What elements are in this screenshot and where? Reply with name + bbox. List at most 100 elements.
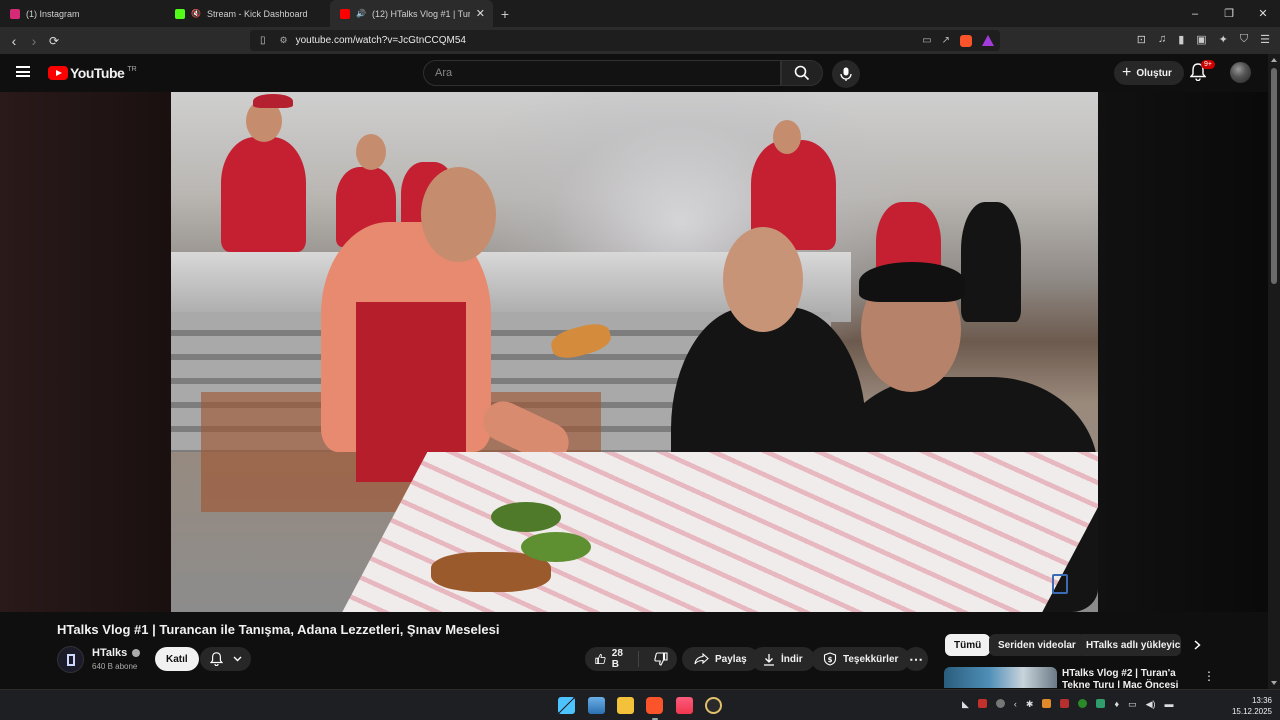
share-arrow-icon	[694, 653, 709, 665]
menu-icon[interactable]: ☰	[1260, 33, 1270, 46]
apple-music-icon[interactable]	[676, 697, 693, 714]
thanks-button[interactable]: $ Teşekkürler	[811, 647, 911, 671]
chip-all[interactable]: Tümü	[945, 634, 991, 656]
minimize-button[interactable]: –	[1178, 0, 1212, 27]
share-button[interactable]: Paylaş	[682, 647, 759, 671]
sidebar-toggle-icon[interactable]: ⊡	[1137, 33, 1146, 46]
notifications-button[interactable]: 9+	[1189, 60, 1215, 83]
hair	[859, 262, 965, 302]
recommended-video-title[interactable]: HTalks Vlog #2 | Turan'a Tekne Turu | Ma…	[1062, 668, 1194, 688]
dislike-button[interactable]	[645, 652, 677, 666]
svg-text:$: $	[828, 656, 833, 664]
account-avatar[interactable]	[1230, 62, 1251, 83]
youtube-logo[interactable]: YouTube TR	[48, 65, 137, 81]
more-actions-button[interactable]: ⋯	[904, 647, 928, 671]
recommendation-menu-icon[interactable]: ⋮	[1203, 669, 1215, 683]
address-bar[interactable]: ▯ ⚙ youtube.com/watch?v=JcGtnCCQM54 ▭ ↗	[250, 30, 1000, 51]
tab-label: Stream - Kick Dashboard	[206, 8, 308, 19]
tray-app-icon[interactable]	[1096, 699, 1106, 708]
close-tab-icon[interactable]: ✕	[476, 7, 485, 20]
tray-arrow-icon[interactable]: ‹	[1014, 699, 1017, 710]
create-label: Oluştur	[1136, 67, 1172, 79]
scroll-down-arrow-icon[interactable]	[1271, 681, 1277, 685]
tray-app-icon[interactable]	[1078, 699, 1088, 708]
dining-table	[321, 452, 1098, 612]
reader-icon[interactable]: ▮	[1178, 33, 1184, 46]
tray-app-icon[interactable]	[977, 699, 987, 708]
url-text[interactable]: youtube.com/watch?v=JcGtnCCQM54	[296, 35, 466, 46]
widgets-icon[interactable]	[588, 697, 605, 714]
network-icon[interactable]: ▭	[1128, 699, 1137, 710]
tab-kick-dashboard[interactable]: 🔇 Stream - Kick Dashboard	[165, 0, 330, 27]
download-button[interactable]: İndir	[751, 647, 815, 671]
site-info-icon[interactable]: ⚙	[280, 35, 288, 46]
close-window-button[interactable]: ✕	[1246, 0, 1280, 27]
clock-time: 13:36	[1251, 696, 1272, 705]
like-count: 28 B	[611, 648, 623, 670]
windows-taskbar: ◣ ‹ ✱ ♦ ▭ ◀) ▬ 13:36 15.12.2025	[0, 689, 1280, 720]
leo-ai-icon[interactable]: ✦	[1219, 33, 1228, 46]
share-label: Paylaş	[715, 653, 747, 665]
video-frame[interactable]	[171, 92, 1098, 612]
subscription-notifications-button[interactable]	[200, 647, 251, 671]
scrollbar-thumb[interactable]	[1271, 68, 1277, 284]
search-icon	[794, 65, 810, 81]
page-scrollbar[interactable]	[1268, 54, 1280, 689]
start-menu-icon[interactable]	[558, 697, 575, 714]
voice-search-button[interactable]	[832, 60, 860, 88]
tray-app-icon[interactable]	[1060, 699, 1070, 708]
chef-head	[421, 167, 496, 262]
obs-icon[interactable]	[705, 697, 722, 714]
download-icon	[764, 653, 774, 666]
chips-next-button[interactable]	[1188, 636, 1206, 654]
reload-button[interactable]: ⟳	[44, 31, 64, 51]
video-title: HTalks Vlog #1 | Turancan ile Tanışma, A…	[57, 622, 500, 637]
tray-app-icon[interactable]	[995, 699, 1005, 708]
tab-instagram[interactable]: (1) Instagram	[0, 0, 165, 27]
salad-plate	[521, 532, 591, 562]
channel-name[interactable]: HTalks	[92, 647, 127, 659]
chip-series[interactable]: Seriden videolar	[989, 634, 1085, 656]
recommended-video-thumbnail[interactable]	[944, 667, 1057, 688]
volume-icon[interactable]: ◀)	[1146, 699, 1156, 710]
share-icon[interactable]: ↗	[942, 35, 950, 46]
cast-icon[interactable]: ▭	[922, 35, 931, 46]
back-button[interactable]: ‹	[4, 31, 24, 51]
create-button[interactable]: + Oluştur	[1114, 61, 1184, 85]
vpn-icon[interactable]: ⛉	[1240, 33, 1248, 46]
scroll-up-arrow-icon[interactable]	[1271, 58, 1277, 62]
channel-name-row[interactable]: HTalks	[92, 647, 141, 659]
tray-app-icon[interactable]	[1042, 699, 1052, 708]
file-explorer-icon[interactable]	[617, 697, 634, 714]
tray-settings-icon[interactable]: ✱	[1026, 699, 1034, 710]
bookmark-icon[interactable]: ▯	[260, 35, 266, 46]
microphone-tray-icon[interactable]: ♦	[1114, 699, 1119, 710]
channel-watermark-icon[interactable]	[1052, 574, 1068, 594]
maximize-button[interactable]: ❐	[1212, 0, 1246, 27]
search-placeholder: Ara	[435, 67, 453, 79]
thanks-label: Teşekkürler	[843, 653, 899, 665]
forward-button[interactable]: ›	[24, 31, 44, 51]
tab-youtube-video[interactable]: 🔊 (12) HTalks Vlog #1 | Turancan ✕	[330, 0, 493, 27]
channel-avatar[interactable]	[57, 646, 84, 673]
join-button[interactable]: Katıl	[155, 647, 199, 671]
nvidia-icon[interactable]: ◣	[962, 699, 969, 710]
search-button[interactable]	[781, 60, 823, 86]
like-button[interactable]: 28 B	[585, 648, 639, 670]
new-tab-button[interactable]: +	[493, 6, 517, 22]
wallet-icon[interactable]: ▣	[1196, 33, 1206, 46]
staff-figure	[961, 202, 1021, 322]
battery-icon[interactable]: ▬	[1165, 699, 1174, 710]
system-clock[interactable]: 13:36 15.12.2025	[1224, 695, 1272, 717]
verified-badge-icon	[132, 649, 141, 658]
brave-rewards-icon[interactable]	[982, 35, 994, 46]
speaker-icon[interactable]: 🔊	[356, 9, 366, 18]
chip-uploader[interactable]: HTalks adlı yükleyicid	[1077, 634, 1181, 656]
brave-shields-icon[interactable]	[960, 34, 972, 47]
brave-browser-icon[interactable]	[646, 697, 663, 714]
hamburger-menu-icon[interactable]	[16, 66, 30, 77]
search-input[interactable]: Ara	[423, 60, 781, 86]
music-icon[interactable]: ♫	[1158, 33, 1166, 46]
video-player[interactable]	[0, 92, 1268, 612]
cook-head	[356, 134, 386, 170]
